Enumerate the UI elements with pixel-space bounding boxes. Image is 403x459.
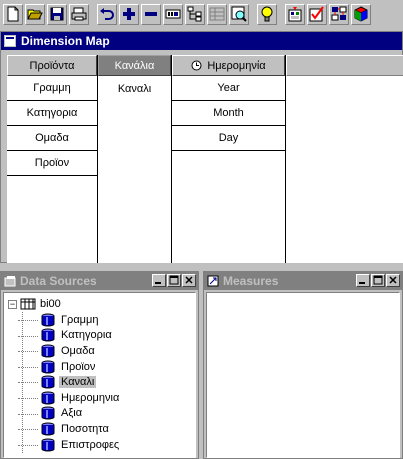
column-icon <box>41 391 55 405</box>
minimize-icon <box>155 282 161 284</box>
tree-item-label: Καναλι <box>59 376 97 389</box>
level-cell[interactable]: Γραμμη <box>7 76 97 101</box>
level-cell[interactable]: Καναλι <box>98 76 171 101</box>
dimension-column-date: Ημερομηνία Year Month Day <box>172 55 286 264</box>
data-sources-window-icon <box>4 276 16 287</box>
new-icon[interactable] <box>3 3 23 25</box>
dimension-map-window: Dimension Map Προϊόντα Γραμμη Κατηγορια … <box>0 31 403 264</box>
column-icon <box>41 344 55 358</box>
dimension-map-title: Dimension Map <box>21 34 110 48</box>
dimension-column-channels: Κανάλια Καναλι <box>98 55 172 264</box>
minimize-button[interactable] <box>356 274 370 287</box>
dimension-map-titlebar[interactable]: Dimension Map <box>1 32 402 50</box>
tree-item[interactable]: Αξια <box>17 406 121 422</box>
measures-window-icon <box>207 275 219 287</box>
level-cell[interactable]: Ομαδα <box>7 126 97 151</box>
add-icon[interactable] <box>119 3 139 25</box>
tree-item[interactable]: Επιστροφες <box>17 437 121 453</box>
dimension-grid: Προϊόντα Γραμμη Κατηγορια Ομαδα Προϊον Κ… <box>7 55 403 264</box>
dimension-column-products: Προϊόντα Γραμμη Κατηγορια Ομαδα Προϊον <box>7 55 98 264</box>
publish-icon[interactable] <box>285 3 305 25</box>
measures-titlebar[interactable]: Measures <box>204 272 402 290</box>
close-button[interactable] <box>386 274 400 287</box>
data-sources-pane: Data Sources − bi00 Γραμμη Κατηγορια Ομα… <box>0 271 199 459</box>
check-icon[interactable] <box>307 3 327 25</box>
column-header-date[interactable]: Ημερομηνία <box>172 55 285 76</box>
close-icon <box>389 276 397 284</box>
maximize-button[interactable] <box>167 274 181 287</box>
maximize-icon <box>169 275 179 285</box>
column-header-date-label: Ημερομηνία <box>207 59 266 72</box>
tree-item-label: Ημερομηνια <box>61 391 120 404</box>
minimize-button[interactable] <box>152 274 166 287</box>
column-icon <box>41 406 55 420</box>
tree-item[interactable]: Ποσοτητα <box>17 421 121 437</box>
tree-item-label: Προϊον <box>61 360 96 373</box>
tree-root-label: bi00 <box>40 298 61 310</box>
rename-icon[interactable] <box>163 3 183 25</box>
find-icon[interactable] <box>229 3 249 25</box>
maximize-button[interactable] <box>371 274 385 287</box>
tree-item[interactable]: Ημερομηνια <box>17 390 121 406</box>
column-icon <box>41 375 55 389</box>
level-cell[interactable]: Κατηγορια <box>7 101 97 126</box>
tree-item[interactable]: Προϊον <box>17 359 121 375</box>
data-sources-tree-area: − bi00 Γραμμη Κατηγορια Ομαδα Προϊον Καν… <box>3 292 196 458</box>
open-icon[interactable] <box>25 3 45 25</box>
toolbar <box>0 0 403 28</box>
level-cell[interactable]: Day <box>172 126 285 151</box>
tree-item[interactable]: Γραμμη <box>17 312 121 328</box>
save-icon[interactable] <box>47 3 67 25</box>
tree-item[interactable]: Ομαδα <box>17 343 121 359</box>
cube-icon[interactable] <box>351 3 371 25</box>
tree-item-label: Αξια <box>61 407 83 420</box>
data-sources-tree: − bi00 Γραμμη Κατηγορια Ομαδα Προϊον Καν… <box>8 296 121 453</box>
data-sources-titlebar[interactable]: Data Sources <box>1 272 198 290</box>
minimize-icon <box>359 282 365 284</box>
collapse-icon[interactable]: − <box>8 299 17 309</box>
column-icon <box>41 313 55 327</box>
tree-item-label: Ποσοτητα <box>61 422 109 435</box>
tree-item[interactable]: Κατηγορια <box>17 328 121 344</box>
layout-icon[interactable] <box>329 3 349 25</box>
level-cell[interactable]: Month <box>172 101 285 126</box>
column-icon <box>41 360 55 374</box>
window-icon <box>4 35 16 47</box>
measures-pane: Measures <box>203 271 403 459</box>
level-cell[interactable]: Year <box>172 76 285 101</box>
tree-item-label: Κατηγορια <box>61 329 112 342</box>
column-icon <box>41 422 55 436</box>
measures-list-area[interactable] <box>206 292 400 458</box>
table-icon <box>20 298 36 310</box>
maximize-icon <box>373 275 383 285</box>
column-header-channels[interactable]: Κανάλια <box>98 55 171 76</box>
tree-icon[interactable] <box>185 3 205 25</box>
tree-root[interactable]: − bi00 <box>8 296 121 312</box>
tree-item-selected[interactable]: Καναλι <box>17 374 121 390</box>
tree-item-label: Γραμμη <box>61 313 99 326</box>
hint-icon[interactable] <box>257 3 277 25</box>
close-button[interactable] <box>182 274 196 287</box>
data-sources-title: Data Sources <box>20 274 97 288</box>
splitter[interactable] <box>0 263 403 271</box>
grid-icon[interactable] <box>207 3 227 25</box>
column-icon <box>41 328 55 342</box>
print-icon[interactable] <box>69 3 89 25</box>
column-header-products[interactable]: Προϊόντα <box>7 55 97 76</box>
measures-title: Measures <box>223 274 279 288</box>
column-icon <box>41 438 55 452</box>
tree-item-label: Επιστροφες <box>61 438 120 451</box>
clock-icon <box>191 60 202 71</box>
empty-header-area <box>286 55 403 76</box>
level-cell[interactable]: Προϊον <box>7 151 97 176</box>
close-icon <box>185 276 193 284</box>
remove-icon[interactable] <box>141 3 161 25</box>
tree-item-label: Ομαδα <box>61 344 95 357</box>
undo-icon[interactable] <box>97 3 117 25</box>
